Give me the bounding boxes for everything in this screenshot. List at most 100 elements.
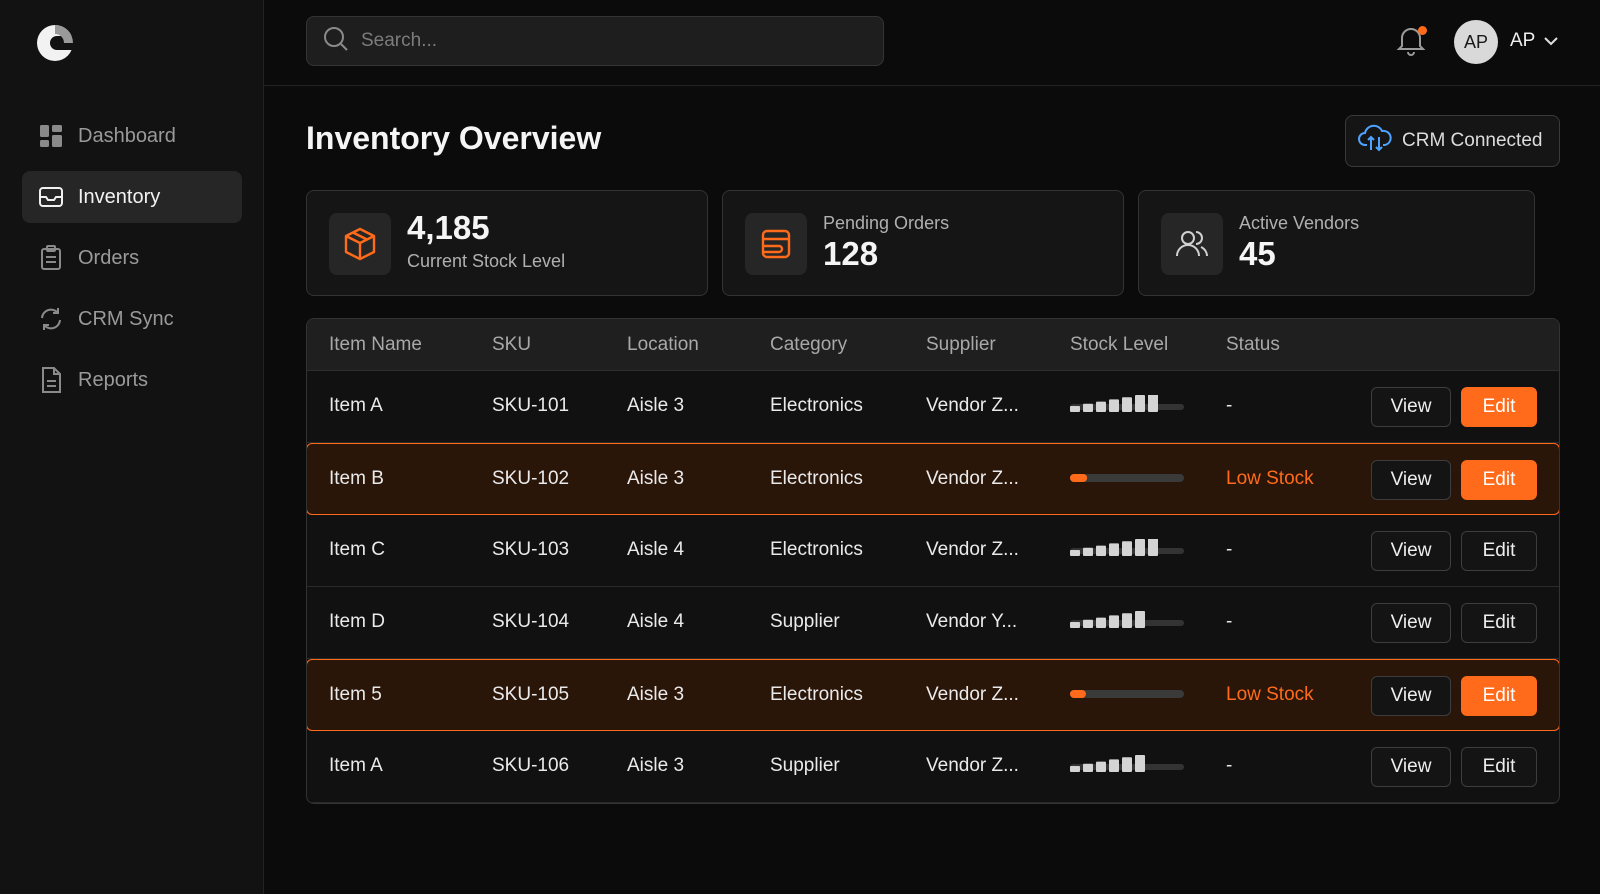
column-header[interactable]: Stock Level [1070, 334, 1168, 356]
user-name[interactable]: AP [1510, 30, 1535, 52]
item-name-cell: Item D [329, 611, 385, 632]
chevron-down-icon[interactable] [1542, 32, 1560, 50]
column-header[interactable]: Supplier [926, 334, 996, 356]
category-cell: Supplier [770, 611, 840, 632]
sidebar-item-orders[interactable]: Orders [22, 232, 242, 284]
supplier-cell: Vendor Z... [926, 684, 1019, 705]
sidebar-item-label: Orders [78, 246, 140, 269]
sku-cell: SKU-105 [492, 684, 570, 705]
users-icon [1161, 213, 1223, 275]
view-button[interactable]: View [1371, 676, 1451, 716]
sync-icon [38, 306, 64, 332]
edit-button[interactable]: Edit [1461, 387, 1537, 427]
stock-level-bar [1070, 690, 1184, 698]
sidebar-item-label: Reports [78, 368, 149, 391]
stat-label: Pending Orders [823, 213, 950, 233]
item-name-cell: Item 5 [329, 684, 382, 705]
table-row[interactable]: Item B SKU-102 Aisle 3 Electronics Vendor Z.… [307, 443, 1559, 515]
sidebar-nav: Dashboard Inventory Orders CRM Sync Repo… [22, 110, 242, 415]
table-row[interactable]: Item 5 SKU-105 Aisle 3 Electronics Vendor Z.… [307, 659, 1559, 731]
crm-status-badge[interactable]: CRM Connected [1345, 115, 1560, 167]
status-cell: - [1226, 539, 1233, 560]
column-header[interactable]: Item Name [329, 334, 422, 356]
clipboard-icon [38, 245, 64, 271]
sidebar-item-inventory[interactable]: Inventory [22, 171, 242, 223]
stock-segment [1096, 545, 1106, 556]
column-header[interactable]: Status [1226, 334, 1280, 356]
topbar: AP AP [264, 0, 1600, 86]
dashboard-icon [38, 123, 64, 149]
edit-button[interactable]: Edit [1461, 747, 1537, 787]
edit-button[interactable]: Edit [1461, 603, 1537, 643]
column-header[interactable]: SKU [492, 334, 531, 356]
view-button[interactable]: View [1371, 387, 1451, 427]
stock-segment [1122, 397, 1132, 412]
bell-icon [1396, 28, 1426, 60]
stock-fill [1070, 474, 1088, 482]
notifications-button[interactable] [1396, 24, 1428, 58]
edit-button[interactable]: Edit [1461, 676, 1537, 716]
sidebar-item-label: CRM Sync [78, 307, 174, 330]
supplier-cell: Vendor Z... [926, 755, 1019, 776]
sidebar-item-dashboard[interactable]: Dashboard [22, 110, 242, 162]
stock-segment [1070, 550, 1080, 556]
stat-value: 45 [1239, 235, 1276, 272]
stock-level-bar [1070, 395, 1184, 412]
sidebar-item-crm-sync[interactable]: CRM Sync [22, 293, 242, 345]
stock-segment [1096, 617, 1106, 628]
stock-segment [1135, 755, 1145, 772]
avatar[interactable]: AP [1454, 20, 1498, 64]
sku-cell: SKU-104 [492, 611, 570, 632]
column-header[interactable]: Category [770, 334, 847, 356]
supplier-cell: Vendor Z... [926, 468, 1019, 489]
location-cell: Aisle 4 [627, 539, 685, 560]
edit-button[interactable]: Edit [1461, 460, 1537, 500]
stock-level-bar [1070, 474, 1184, 482]
table-row[interactable]: Item D SKU-104 Aisle 4 Supplier Vendor Y... -… [307, 587, 1559, 659]
inbox-icon [38, 184, 64, 210]
stock-segment [1083, 619, 1093, 628]
status-cell: - [1226, 395, 1233, 416]
view-button[interactable]: View [1371, 460, 1451, 500]
stock-segment [1070, 622, 1080, 628]
stock-segment [1083, 547, 1093, 556]
stock-segment [1109, 399, 1119, 412]
sidebar: Dashboard Inventory Orders CRM Sync Repo… [0, 0, 264, 894]
sidebar-item-label: Inventory [78, 185, 161, 208]
category-cell: Supplier [770, 755, 840, 776]
stock-segment [1122, 613, 1132, 628]
stock-segment [1135, 395, 1145, 412]
stock-segment [1070, 406, 1080, 412]
cloud-sync-icon [1358, 123, 1402, 159]
search-bar[interactable] [306, 16, 884, 66]
table-row[interactable]: Item A SKU-106 Aisle 3 Supplier Vendor Z... -… [307, 731, 1559, 803]
app-logo-icon[interactable] [36, 24, 75, 62]
edit-button[interactable]: Edit [1461, 531, 1537, 571]
stat-card-stock: 4,185 Current Stock Level [306, 190, 708, 296]
app-root: Dashboard Inventory Orders CRM Sync Repo… [0, 0, 1600, 894]
stat-card-orders: Pending Orders 128 [722, 190, 1124, 296]
search-input[interactable] [361, 30, 861, 52]
stock-segment [1096, 401, 1106, 412]
status-cell: - [1226, 755, 1233, 776]
supplier-cell: Vendor Z... [926, 395, 1019, 416]
table-row[interactable]: Item C SKU-103 Aisle 4 Electronics Vendor Z.… [307, 515, 1559, 587]
sidebar-item-reports[interactable]: Reports [22, 354, 242, 406]
stock-segment [1122, 757, 1132, 772]
item-name-cell: Item C [329, 539, 385, 560]
stock-level-bar [1070, 611, 1184, 628]
category-cell: Electronics [770, 468, 863, 489]
column-header[interactable]: Location [627, 334, 699, 356]
stat-label: Current Stock Level [407, 251, 566, 271]
table-row[interactable]: Item A SKU-101 Aisle 3 Electronics Vendor Z.… [307, 371, 1559, 443]
box-icon [329, 213, 391, 275]
view-button[interactable]: View [1371, 747, 1451, 787]
stock-segment [1109, 759, 1119, 772]
supplier-cell: Vendor Z... [926, 539, 1019, 560]
page-title: Inventory Overview [306, 120, 602, 156]
stock-segment [1135, 539, 1145, 556]
sidebar-item-label: Dashboard [78, 124, 176, 147]
crm-status-label: CRM Connected [1402, 130, 1543, 151]
view-button[interactable]: View [1371, 603, 1451, 643]
view-button[interactable]: View [1371, 531, 1451, 571]
